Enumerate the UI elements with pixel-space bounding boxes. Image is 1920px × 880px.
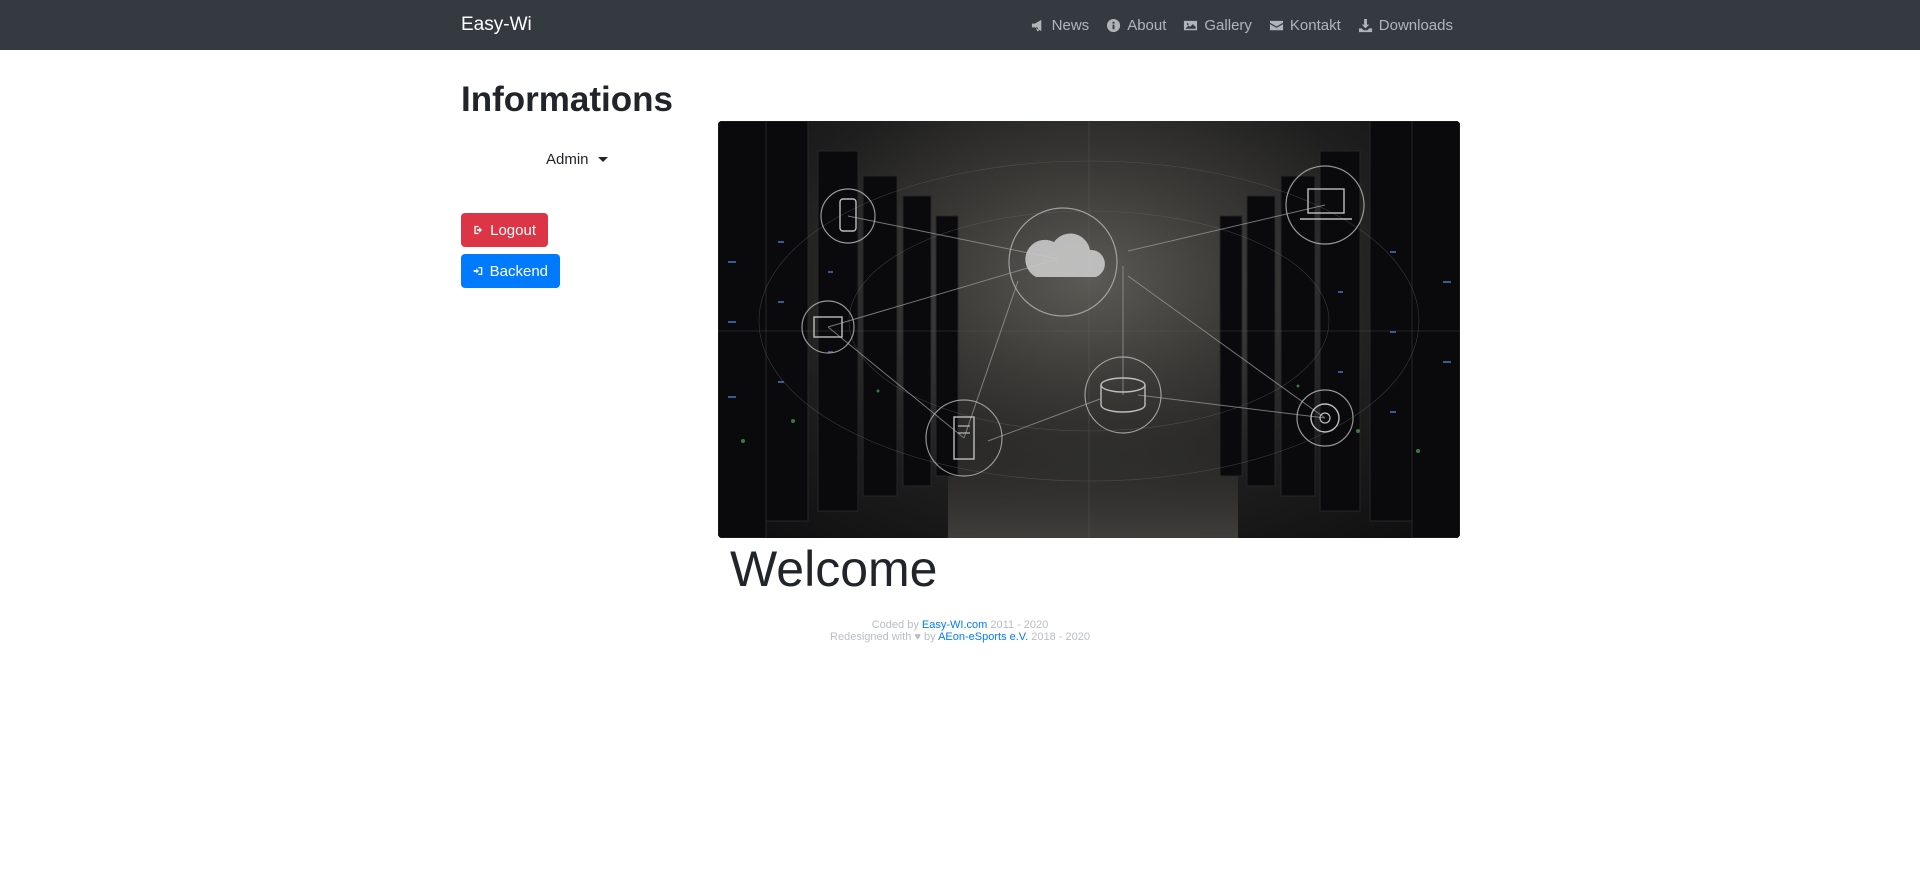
nav-item-label: Kontakt [1289, 16, 1341, 34]
nav-item-kontakt[interactable]: Kontakt [1269, 17, 1341, 34]
footer-line-2: Redesigned with ♥ by AEon-eSports e.V. 2… [718, 631, 1202, 643]
page-title: Informations [461, 80, 673, 119]
easywi-link[interactable]: Easy-WI.com [922, 619, 987, 631]
user-dropdown-label: Admin [546, 151, 589, 168]
caret-down-icon [597, 157, 608, 162]
footer-redesigned-text: Redesigned with [830, 631, 912, 643]
brand-link[interactable]: Easy-Wi [461, 14, 532, 36]
heart-icon: ♥ [914, 631, 921, 643]
footer-by-text: by [924, 631, 936, 643]
footer-coded-by-text: Coded by [871, 619, 919, 631]
footer-years-2: 2018 - 2020 [1031, 631, 1090, 643]
download-icon [1358, 18, 1372, 32]
logout-label: Logout [490, 221, 536, 239]
nav-item-label: Gallery [1204, 16, 1252, 34]
footer-years-1: 2011 - 2020 [990, 619, 1049, 631]
backend-button[interactable]: Backend [461, 254, 560, 288]
nav-item-about[interactable]: About [1106, 17, 1166, 34]
info-circle-icon [1107, 18, 1121, 32]
user-dropdown[interactable]: Admin [546, 151, 608, 168]
top-navbar: Easy-Wi News About Gallery Kontakt Downl… [0, 0, 1920, 50]
nav-item-label: About [1127, 16, 1167, 34]
nav-item-gallery[interactable]: Gallery [1183, 17, 1252, 34]
image-icon [1184, 20, 1198, 30]
sign-in-icon [473, 267, 483, 275]
hero-image [718, 121, 1460, 538]
server-room-cloud-network-image [718, 121, 1460, 538]
footer: Coded by Easy-WI.com 2011 - 2020 Redesig… [718, 619, 1202, 643]
backend-label: Backend [489, 262, 548, 280]
bullhorn-icon [1031, 19, 1041, 31]
logout-button[interactable]: Logout [461, 213, 548, 247]
nav-item-news[interactable]: News [1031, 16, 1090, 34]
envelope-icon [1269, 20, 1283, 30]
nav-item-label: News [1051, 16, 1090, 34]
nav-item-downloads[interactable]: Downloads [1358, 17, 1453, 34]
aeon-esports-link[interactable]: AEon-eSports e.V. [938, 631, 1028, 643]
welcome-heading: Welcome [730, 541, 938, 597]
footer-line-1: Coded by Easy-WI.com 2011 - 2020 [718, 619, 1202, 631]
nav-item-label: Downloads [1378, 16, 1453, 34]
sign-out-icon [474, 225, 483, 235]
nav-menu: News About Gallery Kontakt Downloads [1014, 0, 1453, 50]
